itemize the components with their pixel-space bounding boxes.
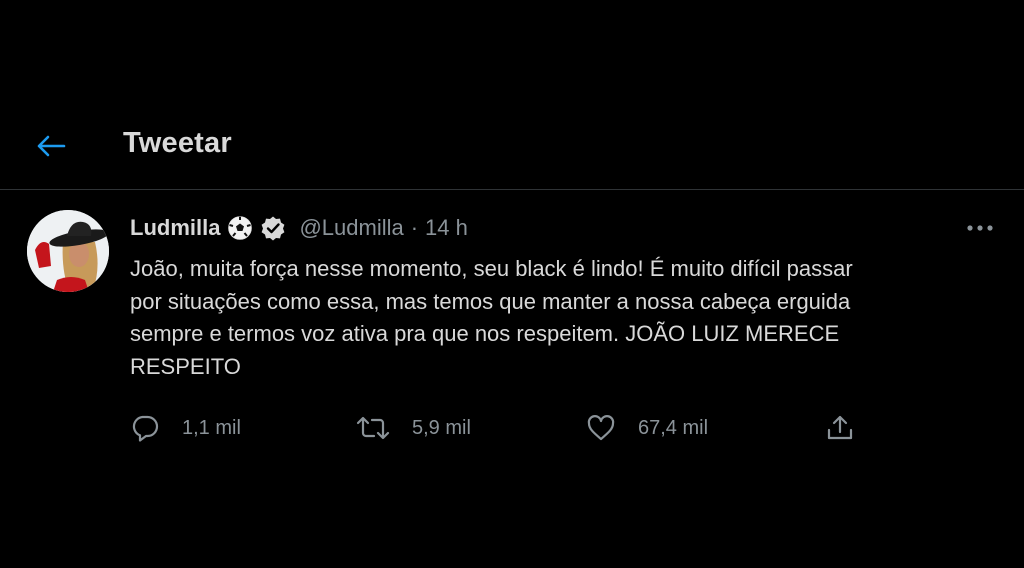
share-button[interactable] [825, 412, 855, 444]
like-count: 67,4 mil [638, 416, 709, 439]
reply-button[interactable]: 1,1 mil [130, 412, 241, 444]
tweet-page: Tweetar Ludmilla @Ludmilla · 14 h João, … [0, 0, 1024, 568]
page-header: Tweetar [0, 115, 1024, 190]
avatar[interactable] [27, 210, 109, 292]
tweet-text-line: sempre e termos voz ativa pra que nos re… [130, 321, 840, 346]
author-handle[interactable]: @Ludmilla [299, 215, 403, 241]
tweet[interactable]: Ludmilla @Ludmilla · 14 h João, muita fo… [0, 190, 1024, 480]
author-display-name[interactable]: Ludmilla [130, 215, 220, 241]
tweet-actions: 1,1 mil 5,9 mil 67,4 mil [130, 412, 890, 444]
tweet-author-row: Ludmilla @Ludmilla · 14 h [130, 213, 468, 243]
back-button[interactable] [34, 129, 68, 163]
verified-badge-icon [260, 215, 286, 241]
more-horizontal-icon [966, 224, 994, 232]
avatar-image [27, 210, 109, 292]
tweet-text: João, muita força nesse momento, seu bla… [130, 253, 990, 383]
meta-separator: · [410, 215, 419, 240]
reply-icon [130, 413, 160, 443]
reply-count: 1,1 mil [182, 416, 241, 439]
like-button[interactable]: 67,4 mil [586, 412, 708, 444]
retweet-button[interactable]: 5,9 mil [356, 412, 471, 444]
tweet-timestamp[interactable]: 14 h [425, 215, 468, 241]
soccer-ball-icon [227, 215, 253, 241]
tweet-text-line: por situações como essa, mas temos que m… [130, 288, 851, 314]
tweet-text-line: RESPEITO [130, 353, 241, 379]
page-title: Tweetar [123, 127, 232, 159]
tweet-text-line: João, muita força nesse momento, seu bla… [130, 256, 853, 281]
arrow-left-icon [36, 135, 66, 157]
share-icon [825, 413, 855, 443]
retweet-count: 5,9 mil [412, 416, 471, 439]
heart-icon [586, 413, 616, 443]
more-options-button[interactable] [962, 216, 998, 240]
retweet-icon [356, 413, 390, 443]
